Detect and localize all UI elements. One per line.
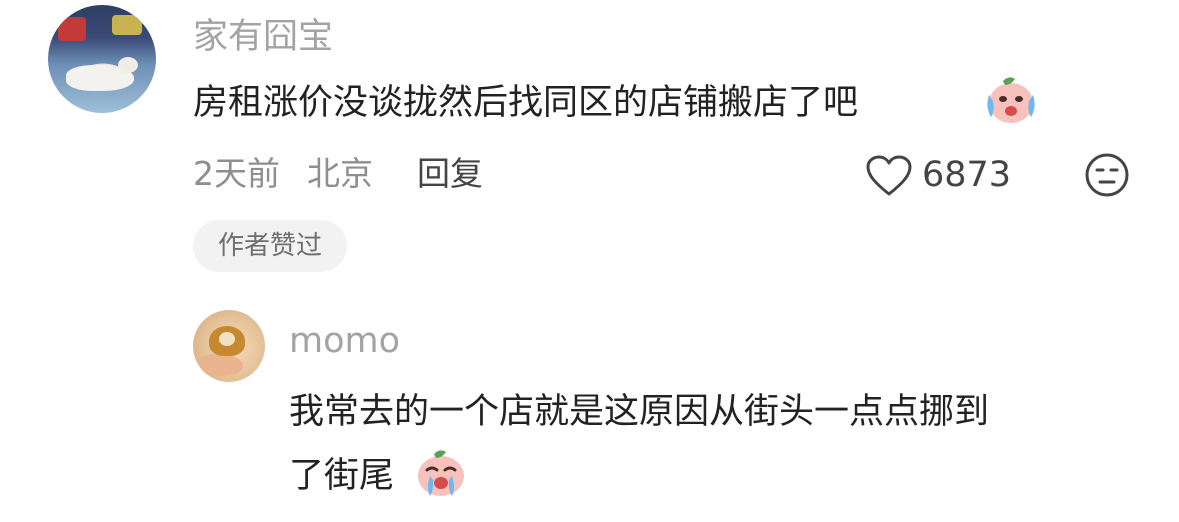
- reply-button[interactable]: 回复: [417, 157, 483, 190]
- like-count: 6873: [922, 155, 1012, 195]
- comment-time: 2天前: [193, 154, 280, 193]
- neutral-face-icon[interactable]: [1084, 152, 1130, 202]
- comment-text: 房租涨价没谈拢然后找同区的店铺搬店了吧: [193, 83, 859, 123]
- comment-location: 北京: [307, 154, 373, 193]
- avatar-momo[interactable]: [193, 310, 265, 382]
- author-liked-badge: 作者赞过: [193, 220, 347, 272]
- avatar-decoration: [58, 17, 86, 41]
- avatar-jiayoujiongbao[interactable]: [48, 5, 156, 113]
- avatar-decoration: [199, 354, 243, 376]
- heart-outline-icon[interactable]: [865, 155, 913, 201]
- reply-text-line-2: 了街尾: [289, 456, 395, 496]
- avatar-decoration: [112, 15, 142, 35]
- avatar-decoration: [219, 332, 235, 346]
- peach-crying-sticker-icon: [983, 73, 1039, 125]
- comment-username[interactable]: 家有囧宝: [193, 20, 333, 55]
- peach-crying-sticker-icon: [412, 446, 470, 498]
- avatar-decoration: [118, 57, 138, 73]
- reply-username[interactable]: momo: [289, 324, 400, 359]
- reply-text-line-1: 我常去的一个店就是这原因从街头一点点挪到: [289, 392, 990, 432]
